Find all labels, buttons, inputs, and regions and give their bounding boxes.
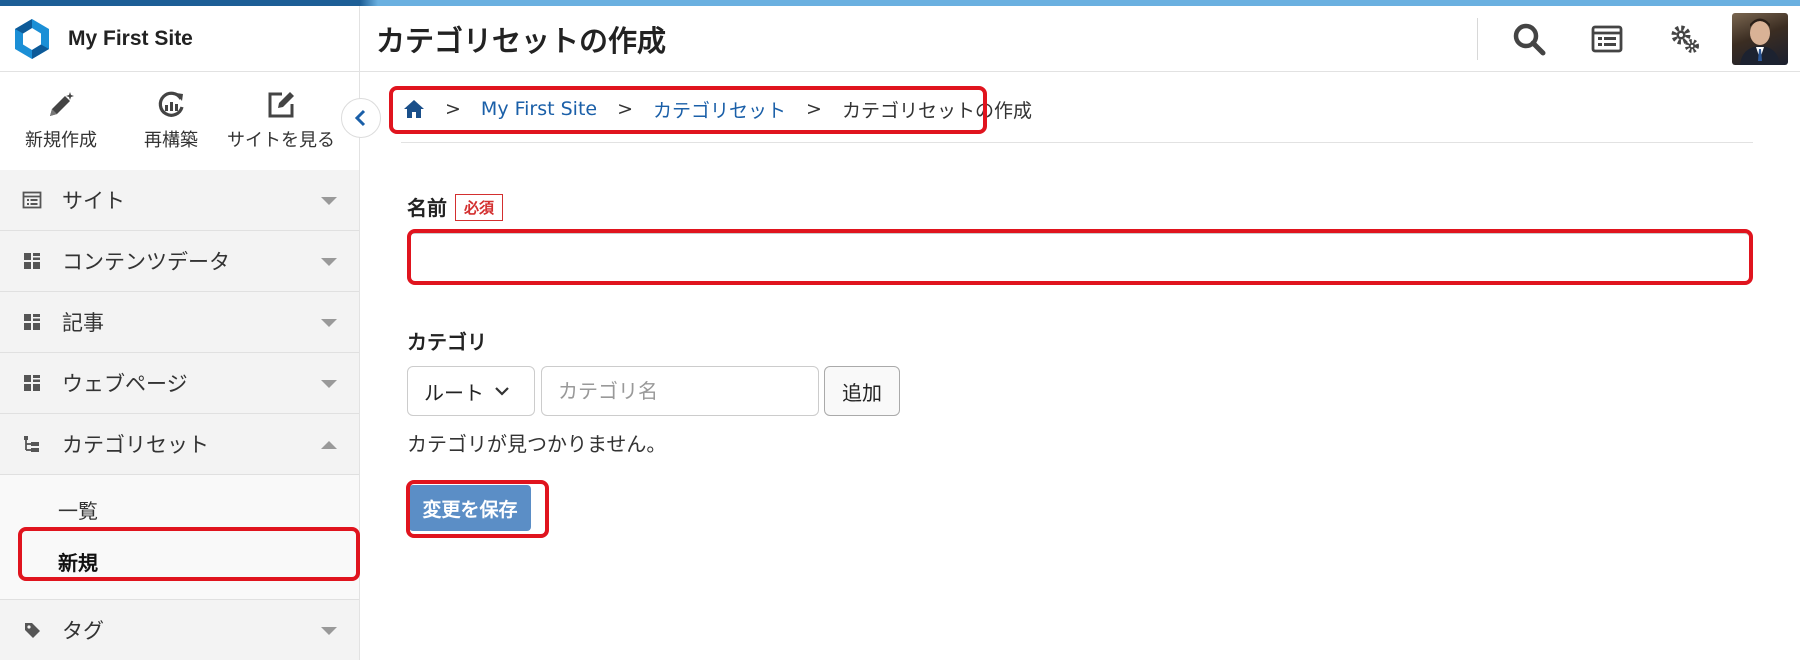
- external-edit-icon: [268, 92, 294, 118]
- dashboard-icon: [1591, 25, 1623, 53]
- breadcrumb-current: カテゴリセットの作成: [841, 99, 1032, 122]
- breadcrumb-link-site[interactable]: My First Site: [481, 98, 597, 120]
- quick-actions: 新規作成 再構築 サイトを見る: [0, 72, 359, 170]
- grid-icon: [24, 375, 40, 391]
- search-icon: [1513, 23, 1546, 56]
- required-badge: 必須: [455, 194, 504, 221]
- sidebar-subitem-new[interactable]: 新規: [0, 535, 359, 587]
- name-label: 名前: [407, 196, 447, 220]
- grid-icon: [24, 253, 40, 269]
- pencil-sparkle-icon: [50, 92, 74, 116]
- name-input[interactable]: [407, 233, 1751, 283]
- user-photo-icon: [1740, 18, 1780, 65]
- site-name[interactable]: My First Site: [68, 27, 193, 51]
- chevron-left-icon: [354, 109, 366, 127]
- chevron-down-icon: [321, 258, 337, 266]
- sidebar-item-content-data[interactable]: コンテンツデータ: [0, 231, 359, 292]
- quick-action-label: サイトを見る: [227, 130, 335, 151]
- grid-icon: [24, 314, 40, 330]
- quick-action-new[interactable]: 新規作成: [6, 90, 116, 152]
- sidebar-item-label: サイト: [62, 189, 125, 213]
- parent-category-value: ルート: [424, 380, 484, 405]
- search-button[interactable]: [1490, 6, 1568, 72]
- site-header: My First Site: [0, 6, 360, 72]
- parent-category-select[interactable]: ルート: [407, 366, 535, 416]
- chevron-down-icon: [321, 380, 337, 388]
- breadcrumb: > My First Site > カテゴリセット > カテゴリセットの作成: [403, 92, 1032, 126]
- settings-icon: [1671, 25, 1699, 53]
- tree-icon: [24, 436, 39, 452]
- page-title: カテゴリセットの作成: [376, 23, 667, 58]
- quick-action-rebuild[interactable]: 再構築: [116, 90, 226, 152]
- header-divider: [1477, 18, 1478, 60]
- sidebar-item-site[interactable]: サイト: [0, 170, 359, 231]
- header-toolbar: [1477, 6, 1800, 72]
- empty-category-message: カテゴリが見つかりません。: [407, 432, 667, 456]
- sidebar-subitem-list[interactable]: 一覧: [0, 483, 359, 535]
- chevron-down-icon: [321, 197, 337, 205]
- sidebar-item-category-sets[interactable]: カテゴリセット: [0, 414, 359, 475]
- category-label: カテゴリ: [407, 330, 487, 354]
- chevron-up-icon: [321, 441, 337, 449]
- page-header: カテゴリセットの作成: [360, 6, 1800, 72]
- category-sets-submenu: 一覧 新規: [0, 475, 359, 600]
- chevron-down-icon: [321, 627, 337, 635]
- sidebar-item-webpages[interactable]: ウェブページ: [0, 353, 359, 414]
- sidebar-item-label: タグ: [62, 619, 104, 643]
- chevron-down-icon: [495, 387, 509, 396]
- home-icon[interactable]: [403, 99, 425, 119]
- quick-action-label: 再構築: [144, 130, 198, 151]
- settings-button[interactable]: [1646, 6, 1724, 72]
- category-name-input[interactable]: [541, 366, 819, 416]
- save-changes-button[interactable]: 変更を保存: [409, 485, 531, 531]
- movable-type-logo-icon[interactable]: [8, 15, 56, 63]
- add-category-button[interactable]: 追加: [824, 366, 900, 416]
- main-content: > My First Site > カテゴリセット > カテゴリセットの作成 名…: [361, 72, 1800, 660]
- sidebar-subitem-label: 一覧: [58, 498, 98, 523]
- sidebar-subitem-label: 新規: [58, 550, 98, 575]
- breadcrumb-separator: >: [445, 98, 461, 120]
- divider: [401, 142, 1753, 143]
- tag-icon: [25, 623, 40, 638]
- sidebar-item-label: ウェブページ: [62, 372, 188, 396]
- chevron-down-icon: [321, 319, 337, 327]
- site-icon: [22, 191, 42, 209]
- breadcrumb-separator: >: [806, 98, 822, 120]
- sidebar-collapse-button[interactable]: [341, 98, 381, 138]
- sidebar-item-tags[interactable]: タグ: [0, 600, 359, 660]
- sidebar-item-label: カテゴリセット: [62, 433, 209, 457]
- sidebar-item-entries[interactable]: 記事: [0, 292, 359, 353]
- sidebar-item-label: コンテンツデータ: [62, 250, 230, 274]
- sidebar: 新規作成 再構築 サイトを見る サイト コンテンツデータ 記事 ウェブページ カ…: [0, 72, 360, 660]
- dashboard-button[interactable]: [1568, 6, 1646, 72]
- sidebar-item-label: 記事: [62, 311, 104, 335]
- quick-action-label: 新規作成: [25, 130, 97, 151]
- breadcrumb-link-category-sets[interactable]: カテゴリセット: [653, 96, 786, 123]
- name-field-label: 名前 必須: [407, 192, 504, 221]
- quick-action-view-site[interactable]: サイトを見る: [226, 90, 336, 152]
- breadcrumb-separator: >: [617, 98, 634, 120]
- user-avatar[interactable]: [1732, 13, 1788, 65]
- rebuild-icon: [158, 91, 184, 117]
